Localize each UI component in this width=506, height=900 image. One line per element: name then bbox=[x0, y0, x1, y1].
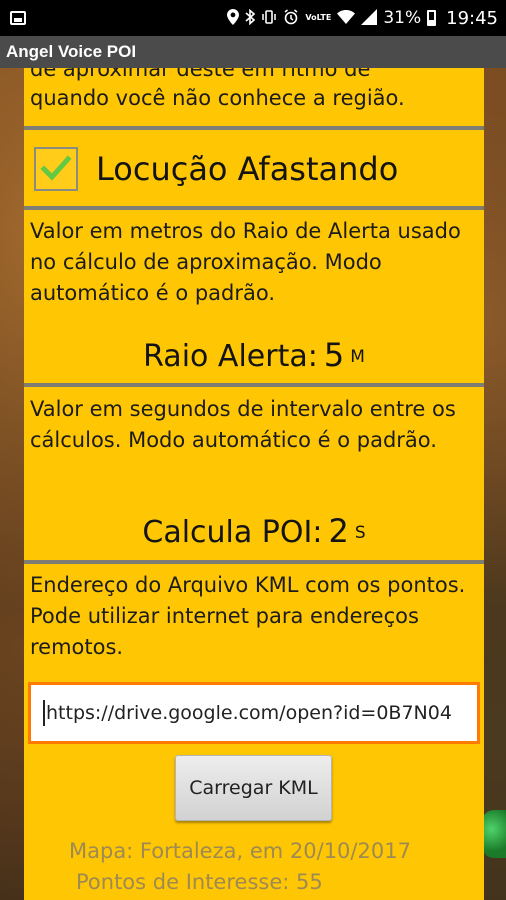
calcula-poi-label: Calcula POI: bbox=[142, 515, 323, 550]
poi-count: Pontos de Interesse: 55 bbox=[76, 870, 323, 894]
alarm-icon bbox=[283, 8, 299, 28]
kml-url-input[interactable]: https://drive.google.com/open?id=0B7N04 bbox=[28, 682, 480, 744]
raio-alerta-value[interactable]: 5 bbox=[324, 336, 344, 374]
app-title: Angel Voice POI bbox=[6, 42, 137, 61]
signal-icon bbox=[361, 8, 378, 28]
gem-decoration bbox=[482, 810, 506, 858]
status-bar: VoLTE 31% 19:45 bbox=[0, 0, 506, 36]
wifi-icon bbox=[337, 9, 356, 28]
map-info: Mapa: Fortaleza, em 20/10/2017 bbox=[69, 839, 411, 863]
settings-panel[interactable]: de aproximar deste em ritmo de quando vo… bbox=[24, 68, 484, 900]
app-title-bar: Angel Voice POI bbox=[0, 36, 506, 68]
raio-alerta-unit: M bbox=[350, 347, 365, 367]
kml-url-text: https://drive.google.com/open?id=0B7N04 bbox=[46, 702, 452, 724]
divider bbox=[24, 126, 484, 130]
locucao-afastando-checkbox[interactable] bbox=[34, 147, 78, 191]
divider bbox=[24, 206, 484, 210]
divider bbox=[24, 560, 484, 564]
divider bbox=[24, 383, 484, 387]
raio-alerta-setting[interactable]: Raio Alerta: 5 M bbox=[24, 336, 484, 374]
region-text: quando você não conhece a região. bbox=[30, 86, 405, 110]
calcula-poi-value[interactable]: 2 bbox=[328, 512, 348, 550]
volte-icon: VoLTE bbox=[305, 13, 332, 22]
raio-alerta-label: Raio Alerta: bbox=[143, 339, 318, 374]
gallery-icon bbox=[10, 11, 26, 25]
raio-description: Valor em metros do Raio de Alerta usado … bbox=[30, 219, 461, 305]
locucao-afastando-label[interactable]: Locução Afastando bbox=[96, 150, 398, 188]
calcula-poi-unit: S bbox=[354, 523, 366, 543]
check-icon bbox=[40, 155, 72, 181]
text-cursor bbox=[43, 700, 45, 726]
battery-icon bbox=[427, 10, 437, 26]
kml-description: Endereço do Arquivo KML com os pontos. P… bbox=[30, 573, 466, 659]
location-icon bbox=[227, 8, 240, 28]
carregar-kml-button[interactable]: Carregar KML bbox=[175, 755, 332, 821]
bluetooth-icon bbox=[245, 8, 256, 28]
clock: 19:45 bbox=[446, 7, 498, 29]
calcula-poi-setting[interactable]: Calcula POI: 2 S bbox=[24, 512, 484, 550]
battery-percent: 31% bbox=[383, 8, 422, 28]
calcula-description: Valor em segundos de intervalo entre os … bbox=[30, 397, 456, 452]
vibrate-icon bbox=[261, 9, 277, 28]
